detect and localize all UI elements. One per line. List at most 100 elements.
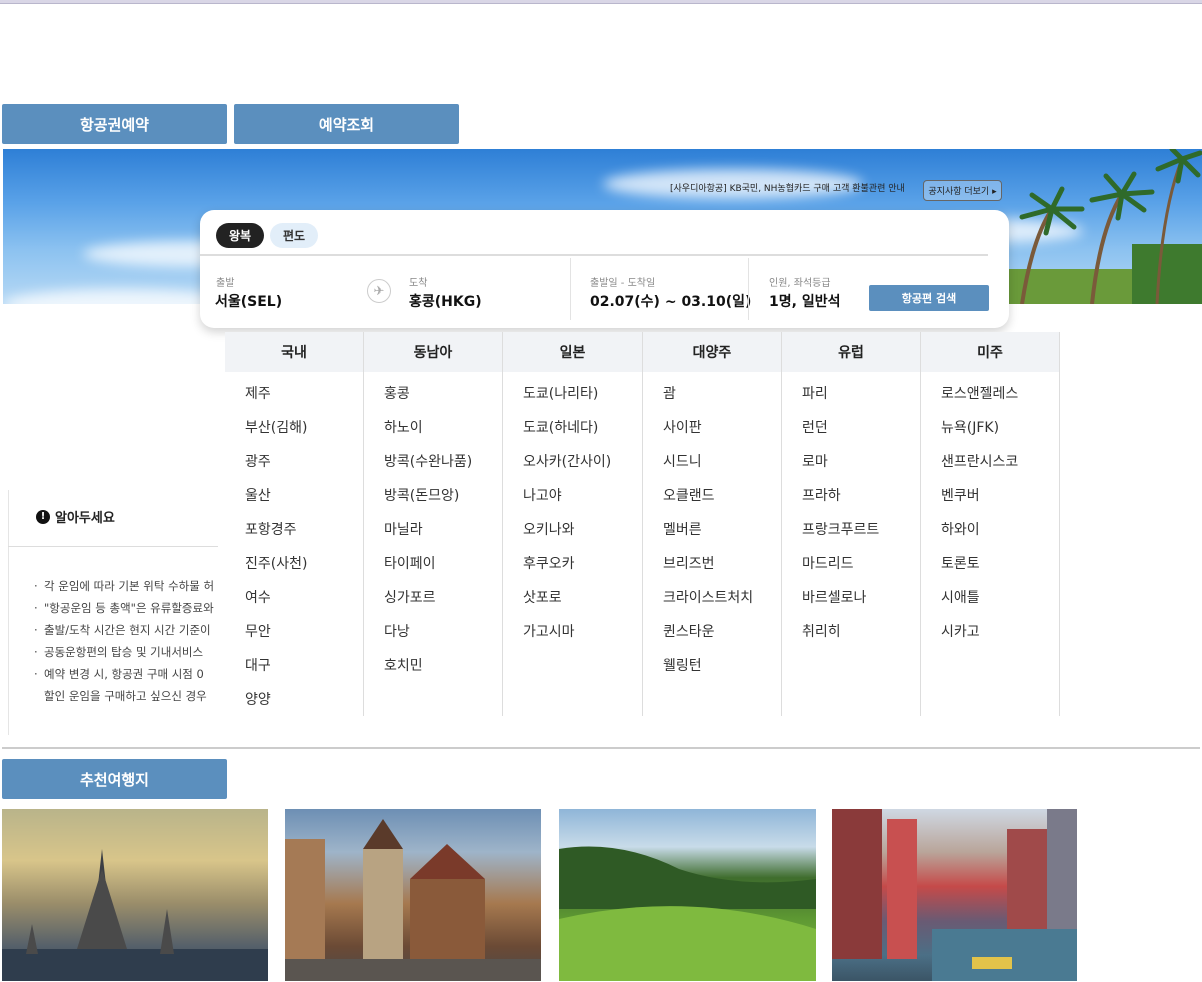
destination-option[interactable]: 취리히: [782, 620, 920, 654]
notice-item: 출발/도착 시간은 현지 시간 기준이: [34, 619, 218, 641]
destination-option[interactable]: 가고시마: [503, 620, 642, 654]
destination-option[interactable]: 뉴욕(JFK): [921, 416, 1059, 450]
recommended-destination-image[interactable]: [559, 809, 816, 981]
destination-option[interactable]: 멜버른: [643, 518, 781, 552]
banner-notice-text[interactable]: [사우디아항공] KB국민, NH농협카드 구매 고객 환불관련 안내: [670, 181, 905, 194]
destination-option[interactable]: 퀸스타운: [643, 620, 781, 654]
destination-option[interactable]: 홍콩: [364, 382, 502, 416]
destination-option[interactable]: 후쿠오카: [503, 552, 642, 586]
destination-field[interactable]: 홍콩(HKG): [409, 291, 482, 311]
destination-option[interactable]: 여수: [225, 586, 363, 620]
destination-option[interactable]: 진주(사천): [225, 552, 363, 586]
flight-booking-tab[interactable]: 항공권예약: [2, 104, 227, 144]
passenger-field[interactable]: 1명, 일반석: [769, 291, 840, 311]
passenger-label: 인원, 좌석등급: [769, 278, 831, 289]
recommended-destination-image[interactable]: [832, 809, 1077, 981]
destination-option[interactable]: 마닐라: [364, 518, 502, 552]
recommended-destination-image[interactable]: [2, 809, 268, 981]
destination-option[interactable]: 토론토: [921, 552, 1059, 586]
notice-item: 공동운항편의 탑승 및 기내서비스: [34, 641, 218, 663]
destination-option[interactable]: 타이페이: [364, 552, 502, 586]
notice-item-continued: 할인 운임을 구매하고 싶으신 경우: [44, 689, 207, 703]
destination-option[interactable]: 로마: [782, 450, 920, 484]
destination-option[interactable]: 대구: [225, 654, 363, 688]
flight-search-card: 왕복 편도 출발 서울(SEL) ✈ 도착 홍콩(HKG) 출발일 - 도착일 …: [200, 210, 1009, 328]
temple-image: [2, 849, 268, 981]
destination-option[interactable]: 괌: [643, 382, 781, 416]
recommended-destinations-tab[interactable]: 추천여행지: [2, 759, 227, 799]
destination-option[interactable]: 프라하: [782, 484, 920, 518]
notice-item: 예약 변경 시, 항공권 구매 시점 0: [34, 663, 218, 685]
field-separator: [748, 258, 749, 320]
notice-more-button[interactable]: 공지사항 더보기 ▸: [923, 180, 1002, 201]
destination-option[interactable]: 샌프란시스코: [921, 450, 1059, 484]
region-column-southeast-asia: 동남아 홍콩 하노이 방콕(수완나품) 방콕(돈므앙) 마닐라 타이페이 싱가포…: [364, 332, 503, 716]
region-column-europe: 유럽 파리 런던 로마 프라하 프랑크푸르트 마드리드 바르셀로나 취리히: [782, 332, 921, 716]
destination-dropdown: 국내 제주 부산(김해) 광주 울산 포항경주 진주(사천) 여수 무안 대구 …: [225, 332, 1073, 716]
destination-option[interactable]: 프랑크푸르트: [782, 518, 920, 552]
destination-option[interactable]: 시드니: [643, 450, 781, 484]
destination-option[interactable]: 오클랜드: [643, 484, 781, 518]
oneway-toggle[interactable]: 편도: [270, 223, 318, 248]
destination-option[interactable]: 브리즈번: [643, 552, 781, 586]
notice-title-text: 알아두세요: [55, 511, 115, 526]
destination-option[interactable]: 하와이: [921, 518, 1059, 552]
destination-option[interactable]: 무안: [225, 620, 363, 654]
destination-option[interactable]: 로스앤젤레스: [921, 382, 1059, 416]
destination-option[interactable]: 오키나와: [503, 518, 642, 552]
airplane-icon[interactable]: ✈: [367, 279, 391, 303]
recommended-destination-image[interactable]: [285, 809, 541, 981]
destination-option[interactable]: 시카고: [921, 620, 1059, 654]
destination-option[interactable]: 싱가포르: [364, 586, 502, 620]
region-column-japan: 일본 도쿄(나리타) 도쿄(하네다) 오사카(간사이) 나고야 오키나와 후쿠오…: [503, 332, 643, 716]
destination-option[interactable]: 하노이: [364, 416, 502, 450]
palm-trees-image: [982, 149, 1202, 304]
notice-border: [8, 490, 9, 735]
destination-option[interactable]: 오사카(간사이): [503, 450, 642, 484]
destination-option[interactable]: 벤쿠버: [921, 484, 1059, 518]
destination-option[interactable]: 런던: [782, 416, 920, 450]
destination-option[interactable]: 방콕(돈므앙): [364, 484, 502, 518]
origin-field[interactable]: 서울(SEL): [215, 291, 282, 311]
destination-option[interactable]: 포항경주: [225, 518, 363, 552]
flight-search-button[interactable]: 항공편 검색: [869, 285, 989, 311]
destination-option[interactable]: 사이판: [643, 416, 781, 450]
top-border: [0, 0, 1202, 4]
destination-option[interactable]: 다낭: [364, 620, 502, 654]
card-divider: [200, 254, 988, 256]
destination-option[interactable]: 크라이스트처치: [643, 586, 781, 620]
region-header: 대양주: [643, 332, 781, 372]
section-divider: [2, 747, 1200, 749]
destination-option[interactable]: 파리: [782, 382, 920, 416]
date-label: 출발일 - 도착일: [590, 278, 656, 289]
destination-option[interactable]: 부산(김해): [225, 416, 363, 450]
destination-option[interactable]: 바르셀로나: [782, 586, 920, 620]
region-header: 유럽: [782, 332, 920, 372]
region-column-domestic: 국내 제주 부산(김해) 광주 울산 포항경주 진주(사천) 여수 무안 대구 …: [225, 332, 364, 716]
destination-option[interactable]: 도쿄(하네다): [503, 416, 642, 450]
notice-item: 각 운임에 따라 기본 위탁 수하물 허: [34, 575, 218, 597]
region-header: 미주: [921, 332, 1059, 372]
destination-option[interactable]: 호치민: [364, 654, 502, 688]
destination-option[interactable]: 울산: [225, 484, 363, 518]
notice-box: ! 알아두세요 각 운임에 따라 기본 위탁 수하물 허 "항공운임 등 총액"…: [8, 490, 218, 735]
destination-option[interactable]: 양양: [225, 688, 363, 722]
destination-option[interactable]: 마드리드: [782, 552, 920, 586]
destination-option[interactable]: 삿포로: [503, 586, 642, 620]
date-field[interactable]: 02.07(수) ~ 03.10(일): [590, 291, 751, 311]
destination-label: 도착: [409, 278, 428, 289]
destination-option[interactable]: 방콕(수완나품): [364, 450, 502, 484]
destination-option[interactable]: 광주: [225, 450, 363, 484]
roundtrip-toggle[interactable]: 왕복: [216, 223, 264, 248]
destination-option[interactable]: 제주: [225, 382, 363, 416]
region-column-oceania: 대양주 괌 사이판 시드니 오클랜드 멜버른 브리즈번 크라이스트처치 퀸스타운…: [643, 332, 782, 716]
notice-divider: [8, 546, 218, 547]
destination-option[interactable]: 나고야: [503, 484, 642, 518]
notice-title: ! 알아두세요: [36, 507, 115, 526]
destination-option[interactable]: 도쿄(나리타): [503, 382, 642, 416]
destination-option[interactable]: 웰링턴: [643, 654, 781, 688]
old-town-image: [285, 819, 541, 981]
destination-option[interactable]: 시애틀: [921, 586, 1059, 620]
reservation-lookup-tab[interactable]: 예약조회: [234, 104, 459, 144]
region-column-americas: 미주 로스앤젤레스 뉴욕(JFK) 샌프란시스코 벤쿠버 하와이 토론토 시애틀…: [921, 332, 1060, 716]
